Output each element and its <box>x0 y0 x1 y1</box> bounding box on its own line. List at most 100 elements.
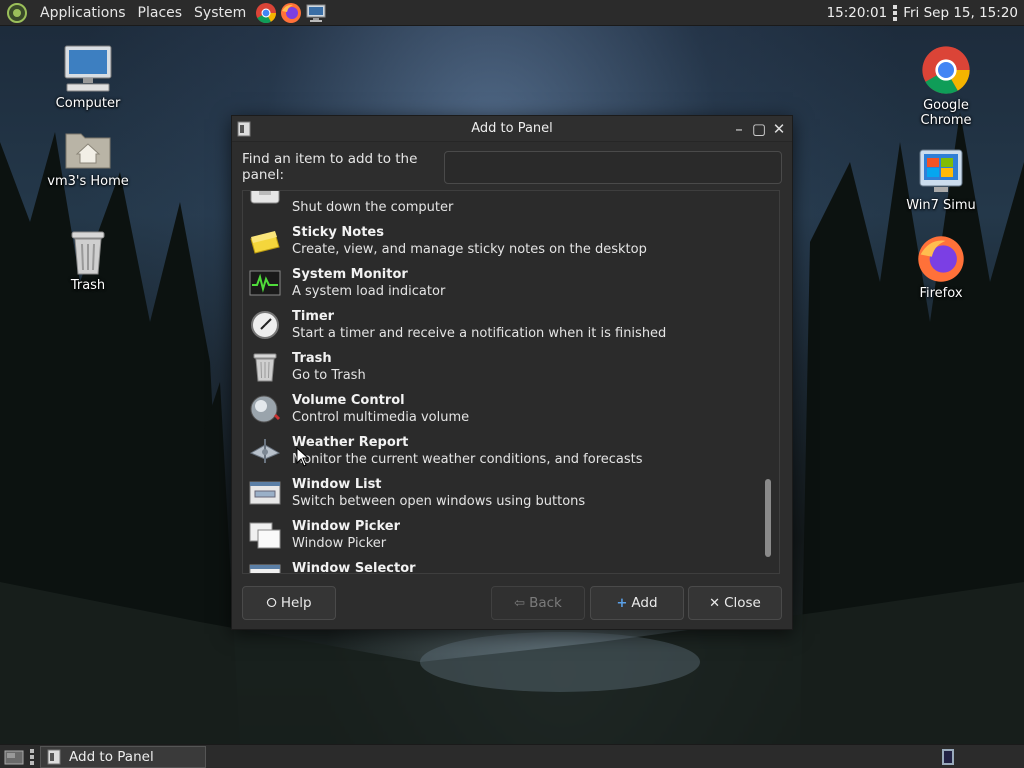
list-item[interactable]: Shut down the computer <box>243 191 763 220</box>
item-desc: A system load indicator <box>292 284 446 299</box>
taskbar-button-label: Add to Panel <box>69 748 154 765</box>
dialog-title: Add to Panel <box>471 121 553 136</box>
close-button[interactable]: ✕ Close <box>688 586 782 620</box>
list-item[interactable]: Trash Go to Trash <box>243 346 763 388</box>
back-button-label: Back <box>529 595 562 611</box>
mate-logo-icon[interactable] <box>6 2 28 24</box>
menu-places[interactable]: Places <box>132 5 189 21</box>
help-button-label: Help <box>280 595 312 611</box>
computer-icon <box>64 45 112 92</box>
back-arrow-icon: ⇦ <box>514 595 526 611</box>
menu-system[interactable]: System <box>188 5 252 21</box>
desktop-icon-home[interactable]: vm3's Home <box>38 126 138 189</box>
desktop-icon-label: Google Chrome <box>920 98 972 128</box>
list-item[interactable]: ? Window Selector <box>243 556 763 574</box>
firefox-icon[interactable] <box>280 2 302 24</box>
dialog-titlebar[interactable]: Add to Panel – ▢ ✕ <box>232 116 792 142</box>
back-button[interactable]: ⇦ Back <box>491 586 585 620</box>
panel-separator <box>30 748 36 765</box>
trash-icon <box>253 353 277 382</box>
top-panel: Applications Places System 15:20:01 Fri … <box>0 0 1024 26</box>
trash-icon <box>71 231 105 275</box>
list-item[interactable]: Weather Report Monitor the current weath… <box>243 430 763 472</box>
close-icon[interactable]: ✕ <box>770 120 788 138</box>
desktop-icon-firefox[interactable]: Firefox <box>891 234 991 301</box>
item-name: Timer <box>292 309 335 324</box>
win7-icon <box>919 149 963 192</box>
desktop-icon-win7-simu[interactable]: Win7 Simu <box>891 146 991 213</box>
workspace-switcher[interactable] <box>942 749 954 765</box>
list-item[interactable]: Window Picker Window Picker <box>243 514 763 556</box>
plus-icon: + <box>616 595 628 611</box>
item-name: Volume Control <box>292 393 405 408</box>
find-label: Find an item to add to the panel: <box>242 151 418 183</box>
firefox-icon <box>918 236 964 282</box>
item-name: Trash <box>292 351 332 366</box>
help-button[interactable]: ⭘ Help <box>242 586 336 620</box>
system-monitor-icon <box>249 270 281 296</box>
desktop-icon-computer[interactable]: Computer <box>38 44 138 111</box>
window-list-icon <box>249 481 281 505</box>
item-desc: Control multimedia volume <box>292 410 470 425</box>
desktop-icon-label: Firefox <box>919 286 963 301</box>
item-name: System Monitor <box>292 267 408 282</box>
weather-icon <box>249 439 281 463</box>
window-icon <box>47 749 61 764</box>
close-x-icon: ✕ <box>709 595 721 611</box>
list-item[interactable]: Timer Start a timer and receive a notifi… <box>243 304 763 346</box>
computer-icon[interactable] <box>305 2 327 24</box>
desktop-icon-trash[interactable]: Trash <box>38 228 138 293</box>
close-button-label: Close <box>724 595 761 611</box>
mouse-pointer-icon <box>296 447 308 467</box>
find-row: Find an item to add to the panel: <box>242 150 782 184</box>
list-item[interactable]: Window List Switch between open windows … <box>243 472 763 514</box>
help-icon: ⭘ <box>266 595 277 611</box>
clock-time: 15:20:01 <box>826 4 888 21</box>
list-item[interactable]: Volume Control Control multimedia volume <box>243 388 763 430</box>
desktop-icon-label: vm3's Home <box>47 174 129 189</box>
panel-separator <box>893 4 898 21</box>
desktop-icon-label: Win7 Simu <box>906 198 976 213</box>
timer-icon <box>251 311 279 339</box>
item-name: Window Selector <box>292 561 416 574</box>
item-name: Weather Report <box>292 435 409 450</box>
item-desc: Shut down the computer <box>292 200 454 215</box>
bottom-panel: Add to Panel <box>0 744 1024 768</box>
show-desktop-icon[interactable] <box>3 748 25 766</box>
item-desc: Create, view, and manage sticky notes on… <box>292 242 647 257</box>
item-name: Window Picker <box>292 519 401 534</box>
item-desc: Window Picker <box>292 536 387 551</box>
item-desc: Go to Trash <box>292 368 366 383</box>
shutdown-icon <box>250 191 280 204</box>
home-folder-icon <box>65 133 111 169</box>
clock-datetime[interactable]: Fri Sep 15, 15:20 <box>903 5 1018 21</box>
desktop-icon-label: Trash <box>70 278 106 293</box>
desktop-icon-google-chrome[interactable]: Google Chrome <box>896 44 996 128</box>
list-item[interactable]: Sticky Notes Create, view, and manage st… <box>243 220 763 262</box>
add-to-panel-dialog: Add to Panel – ▢ ✕ Find an item to add t… <box>231 115 793 630</box>
list-scrollbar[interactable] <box>765 191 771 573</box>
maximize-icon[interactable]: ▢ <box>750 120 768 138</box>
sticky-notes-icon <box>250 231 280 254</box>
chrome-icon[interactable] <box>255 2 277 24</box>
list-item[interactable]: System Monitor A system load indicator <box>243 262 763 304</box>
item-desc: Start a timer and receive a notification… <box>292 326 667 341</box>
desktop-icon-label: Computer <box>55 96 121 111</box>
item-name: Sticky Notes <box>292 225 384 240</box>
applet-list-content: Shut down the computer Sticky Notes Crea… <box>243 191 763 574</box>
item-name: Window List <box>292 477 382 492</box>
window-picker-icon <box>249 522 281 549</box>
applet-list[interactable]: Shut down the computer Sticky Notes Crea… <box>242 190 780 574</box>
add-button-label: Add <box>631 595 658 611</box>
menu-applications[interactable]: Applications <box>34 5 132 21</box>
find-input[interactable] <box>444 150 782 184</box>
chrome-icon <box>922 46 970 94</box>
minimize-icon[interactable]: – <box>730 120 748 138</box>
window-selector-icon: ? <box>249 564 281 573</box>
item-desc: Monitor the current weather conditions, … <box>292 452 643 467</box>
volume-icon <box>250 395 281 423</box>
item-desc: Switch between open windows using button… <box>292 494 586 509</box>
add-button[interactable]: + Add <box>590 586 684 620</box>
scrollbar-thumb[interactable] <box>765 479 771 557</box>
taskbar-button-add-to-panel[interactable]: Add to Panel <box>40 745 206 768</box>
